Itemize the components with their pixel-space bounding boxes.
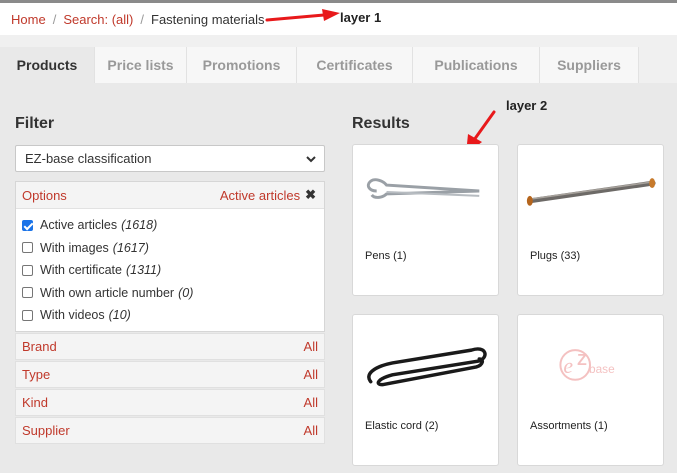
- filter-title: Filter: [15, 115, 55, 132]
- option-label: With images: [40, 240, 109, 255]
- result-card-label: Pens (1): [365, 250, 407, 262]
- option-with-videos[interactable]: With videos (10): [22, 304, 318, 327]
- option-count: (0): [178, 285, 194, 300]
- main-panel: Filter EZ-base classification Options Ac…: [0, 83, 677, 473]
- classification-select[interactable]: EZ-base classification: [15, 145, 325, 172]
- breadcrumb-home-link[interactable]: Home: [11, 12, 46, 27]
- result-card-elastic-cord[interactable]: Elastic cord (2): [352, 314, 499, 466]
- classification-select-value: EZ-base classification: [25, 151, 152, 166]
- checkbox[interactable]: [22, 264, 33, 276]
- option-own-article-number[interactable]: With own article number (0): [22, 282, 318, 305]
- anchor-plug-image: [526, 178, 656, 206]
- options-label: Options: [22, 187, 67, 203]
- facet-type[interactable]: Type All: [15, 361, 325, 388]
- svg-text:e: e: [563, 354, 573, 378]
- breadcrumb-separator: /: [140, 11, 145, 27]
- facet-brand[interactable]: Brand All: [15, 333, 325, 360]
- breadcrumb-current: Fastening materials: [151, 11, 265, 27]
- tab-promotions[interactable]: Promotions: [187, 47, 297, 83]
- active-filter-label: Active articles: [219, 187, 301, 203]
- facet-label: Kind: [22, 395, 49, 410]
- tab-suppliers[interactable]: Suppliers: [540, 47, 639, 83]
- facet-value: All: [303, 423, 318, 438]
- options-list: Active articles (1618) With images (1617…: [16, 209, 324, 331]
- tab-price-lists[interactable]: Price lists: [95, 47, 187, 83]
- result-card-label: Plugs (33): [530, 250, 581, 262]
- tab-products[interactable]: Products: [0, 47, 95, 83]
- option-count: (1618): [121, 218, 158, 233]
- option-label: With own article number: [40, 285, 175, 300]
- facet-label: Type: [22, 367, 51, 382]
- tab-bar: Products Price lists Promotions Certific…: [0, 47, 677, 83]
- facet-value: All: [303, 395, 318, 410]
- tab-certificates[interactable]: Certificates: [297, 47, 413, 83]
- option-with-images[interactable]: With images (1617): [22, 237, 318, 260]
- annotation-arrow-layer1: [265, 9, 340, 22]
- svg-text:base: base: [589, 362, 615, 376]
- options-header[interactable]: Options Active articles ✖: [16, 182, 324, 209]
- annotation-layer1-label: layer 1: [340, 10, 382, 25]
- option-active-articles[interactable]: Active articles (1618): [22, 214, 318, 237]
- option-label: Active articles: [40, 218, 118, 233]
- facet-value: All: [303, 339, 318, 354]
- facet-label: Brand: [22, 339, 57, 354]
- option-count: (10): [108, 308, 131, 323]
- option-label: With videos: [40, 308, 105, 323]
- checkbox[interactable]: [22, 287, 33, 299]
- elastic-cord-image: [367, 347, 487, 387]
- cotter-pin-image: [366, 178, 480, 199]
- checkbox[interactable]: [22, 242, 33, 254]
- ezbase-logo-image: e Z base: [559, 349, 615, 381]
- breadcrumb-separator: /: [52, 11, 57, 27]
- clear-filter-icon[interactable]: ✖: [305, 187, 316, 203]
- result-card-plugs[interactable]: Plugs (33): [517, 144, 664, 296]
- breadcrumb-search-link[interactable]: Search: (all): [63, 12, 133, 27]
- facet-kind[interactable]: Kind All: [15, 389, 325, 416]
- results-title: Results: [352, 115, 410, 132]
- options-filter-panel: Options Active articles ✖ Active article…: [15, 181, 325, 332]
- chevron-down-icon: [306, 156, 316, 163]
- option-count: (1311): [125, 263, 162, 278]
- facet-value: All: [303, 367, 318, 382]
- option-count: (1617): [112, 240, 149, 255]
- option-with-certificate[interactable]: With certificate (1311): [22, 259, 318, 282]
- annotation-layer2-label: layer 2: [506, 98, 548, 113]
- option-label: With certificate: [40, 263, 122, 278]
- tab-publications[interactable]: Publications: [413, 47, 540, 83]
- checkbox-checked[interactable]: [22, 219, 33, 231]
- result-card-assortments[interactable]: e Z base Assortments (1): [517, 314, 664, 466]
- checkbox[interactable]: [22, 309, 33, 321]
- result-card-label: Elastic cord (2): [365, 420, 439, 432]
- result-card-label: Assortments (1): [530, 420, 608, 432]
- facet-supplier[interactable]: Supplier All: [15, 417, 325, 444]
- result-card-pens[interactable]: Pens (1): [352, 144, 499, 296]
- facet-label: Supplier: [22, 423, 70, 438]
- svg-text:Z: Z: [577, 352, 587, 369]
